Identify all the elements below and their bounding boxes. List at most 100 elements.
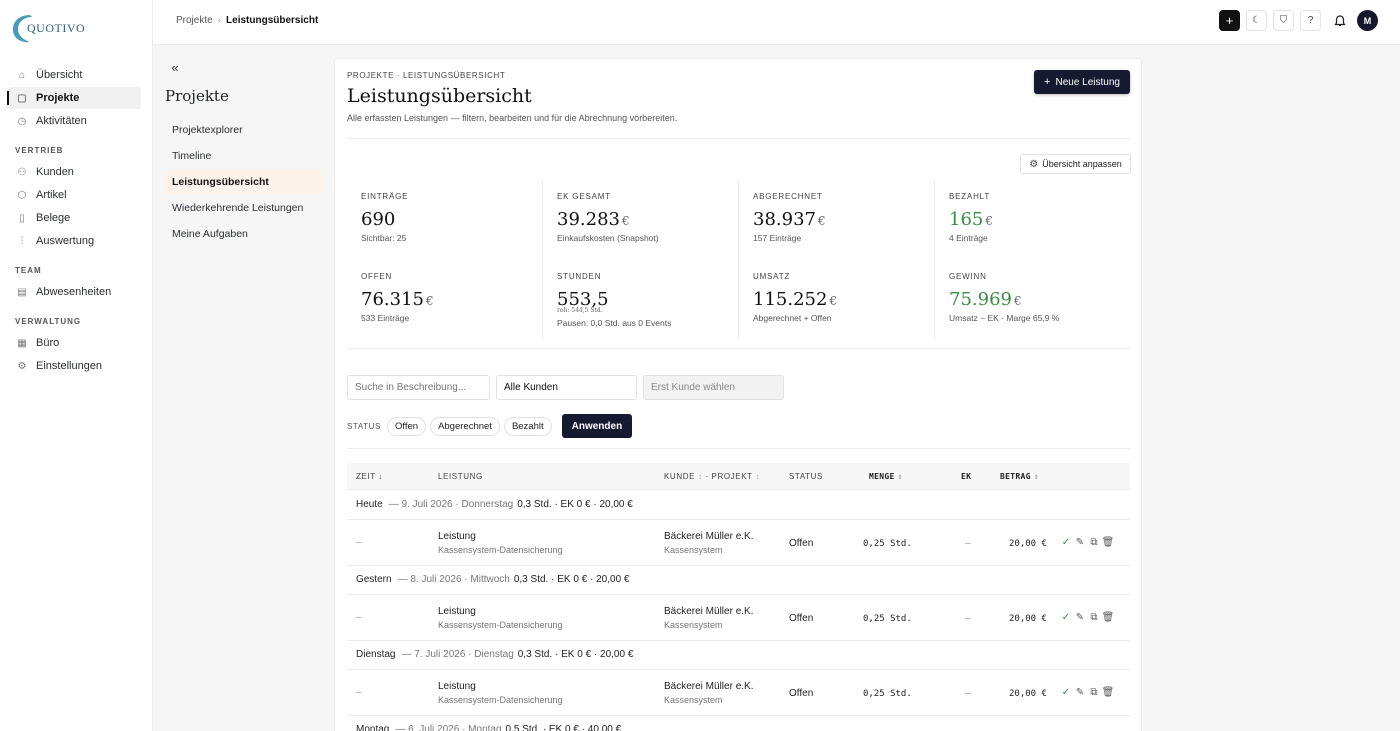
collapse-subnav-button[interactable]: « xyxy=(165,58,185,76)
sidebar-item-label: Artikel xyxy=(36,189,67,201)
breadcrumb-parent[interactable]: Projekte xyxy=(176,15,213,26)
file-icon: ▯ xyxy=(19,212,25,224)
sidebar-item-label: Kunden xyxy=(36,166,74,178)
user-avatar[interactable]: M xyxy=(1357,10,1378,31)
subnav-item[interactable]: Timeline xyxy=(165,144,322,168)
table-row[interactable]: – Leistung Kassensystem-Datensicherung Bäck… xyxy=(347,596,1130,641)
sidebar-item-einstellungen[interactable]: ⚙ Einstellungen xyxy=(8,355,141,377)
group-date: — 7. Juli 2026 · Dienstag xyxy=(401,649,514,660)
sort-icon: ↕ xyxy=(897,472,903,481)
sidebar-section-title: VERWALTUNG xyxy=(15,317,82,326)
cell-menge: 0,25 Std. xyxy=(863,614,912,624)
moon-icon: ☾ xyxy=(1252,15,1261,26)
status-chip-abgerechnet[interactable]: Abgerechnet xyxy=(430,416,500,436)
brand-logo[interactable]: QUOTIVO xyxy=(10,12,85,46)
notifications-button[interactable] xyxy=(1329,10,1350,31)
search-input[interactable]: Suche in Beschreibung... xyxy=(347,375,490,400)
table-row[interactable]: – Leistung Kassensystem-Datensicherung Bäck… xyxy=(347,671,1130,716)
plus-icon: + xyxy=(1044,76,1051,88)
project-select[interactable]: Erst Kunde wählen xyxy=(643,375,784,400)
edit-icon[interactable]: ✎ xyxy=(1075,687,1085,698)
subnav-item[interactable]: Projektexplorer xyxy=(165,118,322,142)
group-date: — 9. Juli 2026 · Donnerstag xyxy=(388,499,514,510)
column-menge-label: MENGE xyxy=(869,472,895,481)
customer-name[interactable]: Bäckerei Müller e.K. xyxy=(664,606,753,617)
subnav-item[interactable]: Wiederkehrende Leistungen xyxy=(165,196,322,220)
new-service-label: Neue Leistung xyxy=(1055,76,1120,88)
sidebar-item-kunden[interactable]: ⚇ Kunden xyxy=(8,161,141,183)
table-row[interactable]: – Leistung Kassensystem-Datensicherung Bäck… xyxy=(347,521,1130,566)
group-total: 0,3 Std. · EK 0 € · 20,00 € xyxy=(513,574,630,585)
sidebar-item-büro[interactable]: ▦ Büro xyxy=(8,332,141,354)
sidebar-item-abwesenheiten[interactable]: ▤ Abwesenheiten xyxy=(8,281,141,303)
customer-name[interactable]: Bäckerei Müller e.K. xyxy=(664,531,753,542)
sidebar-item-label: Aktivitäten xyxy=(36,115,87,127)
customer-name[interactable]: Bäckerei Müller e.K. xyxy=(664,681,753,692)
main-card: PROJEKTE · LEISTUNGSÜBERSICHT Leistungsü… xyxy=(334,58,1142,731)
divider xyxy=(347,348,1130,349)
sidebar-item-artikel[interactable]: ⬡ Artikel xyxy=(8,184,141,206)
page-eyebrow: PROJEKTE · LEISTUNGSÜBERSICHT xyxy=(347,71,506,80)
bell-icon xyxy=(1333,14,1346,26)
column-betrag[interactable]: BETRAG ↕ xyxy=(1000,472,1039,481)
cell-zeit: – xyxy=(356,537,362,548)
theme-toggle-button[interactable]: ☾ xyxy=(1246,10,1267,31)
trash-icon[interactable]: 🗑 xyxy=(1102,612,1115,623)
copy-icon[interactable]: ⧉ xyxy=(1089,687,1099,698)
edit-icon[interactable]: ✎ xyxy=(1075,537,1085,548)
help-button[interactable]: ? xyxy=(1300,10,1321,31)
cell-status: Offen xyxy=(789,613,814,624)
new-service-button[interactable]: + Neue Leistung xyxy=(1034,70,1130,94)
quick-add-button[interactable]: + xyxy=(1219,10,1240,31)
check-circle-icon[interactable]: ✓ xyxy=(1061,687,1071,698)
sidebar-item-aktivitäten[interactable]: ◷ Aktivitäten xyxy=(8,110,141,132)
edit-icon[interactable]: ✎ xyxy=(1075,612,1085,623)
sidebar-item-auswertung[interactable]: ⫶ Auswertung xyxy=(8,230,141,252)
date-group-header: Gestern — 8. Juli 2026 · Mittwoch 0,3 Std.… xyxy=(347,565,1130,595)
apply-filter-button[interactable]: Anwenden xyxy=(561,414,633,438)
column-zeit[interactable]: ZEIT ↓ xyxy=(356,472,383,481)
row-actions: ✓ ✎ ⧉ 🗑 xyxy=(1061,612,1115,623)
column-kunde-projekt[interactable]: KUNDE ↕ · PROJEKT ↕ xyxy=(664,472,760,481)
customize-overview-label: Übersicht anpassen xyxy=(1042,159,1122,169)
service-title: Leistung xyxy=(438,606,476,617)
service-description: Kassensystem-Datensicherung xyxy=(438,695,563,705)
row-actions: ✓ ✎ ⧉ 🗑 xyxy=(1061,537,1115,548)
status-filter-label: STATUS xyxy=(347,421,381,431)
subnav-item[interactable]: Leistungsübersicht xyxy=(165,170,322,194)
customize-overview-button[interactable]: ⚙ Übersicht anpassen xyxy=(1020,154,1131,174)
security-button[interactable]: ⛉ xyxy=(1273,10,1294,31)
sidebar-item-projekte[interactable]: ▢ Projekte xyxy=(7,87,141,109)
project-name[interactable]: Kassensystem xyxy=(664,620,753,630)
sidebar-item-übersicht[interactable]: ⌂ Übersicht xyxy=(8,64,141,86)
top-bar: Projekte › Leistungsübersicht + ☾ ⛉ ? M xyxy=(153,0,1400,45)
calendar-icon: ▤ xyxy=(17,286,27,298)
status-filter: STATUS Offen Abgerechnet Bezahlt Anwende… xyxy=(347,414,633,438)
trash-icon[interactable]: 🗑 xyxy=(1102,537,1115,548)
building-icon: ▦ xyxy=(17,337,27,349)
status-chip-bezahlt[interactable]: Bezahlt xyxy=(503,416,552,436)
sidebar-item-belege[interactable]: ▯ Belege xyxy=(8,207,141,229)
stat-currency: € xyxy=(817,214,826,228)
users-icon: ⚇ xyxy=(17,166,27,178)
sort-icon: ↕ xyxy=(1033,472,1039,481)
stat-sub: 157 Einträge xyxy=(753,233,802,243)
subnav-item[interactable]: Meine Aufgaben xyxy=(165,222,322,246)
column-ek[interactable]: EK xyxy=(961,472,971,481)
status-chip-offen[interactable]: Offen xyxy=(386,416,427,436)
column-status[interactable]: STATUS xyxy=(789,472,823,481)
customer-select[interactable]: Alle Kunden xyxy=(496,375,637,400)
check-circle-icon[interactable]: ✓ xyxy=(1061,537,1071,548)
project-name[interactable]: Kassensystem xyxy=(664,695,753,705)
table-header: ZEIT ↓ LEISTUNG KUNDE ↕ · PROJEKT ↕ STATUS… xyxy=(347,463,1130,490)
cell-ek: – xyxy=(965,688,971,699)
column-menge[interactable]: MENGE ↕ xyxy=(869,472,903,481)
copy-icon[interactable]: ⧉ xyxy=(1089,612,1099,623)
project-name[interactable]: Kassensystem xyxy=(664,545,753,555)
row-actions: ✓ ✎ ⧉ 🗑 xyxy=(1061,687,1115,698)
column-leistung[interactable]: LEISTUNG xyxy=(438,472,483,481)
check-circle-icon[interactable]: ✓ xyxy=(1061,612,1071,623)
trash-icon[interactable]: 🗑 xyxy=(1102,687,1115,698)
stat-value: 76.315 € xyxy=(361,289,528,310)
copy-icon[interactable]: ⧉ xyxy=(1089,537,1099,548)
